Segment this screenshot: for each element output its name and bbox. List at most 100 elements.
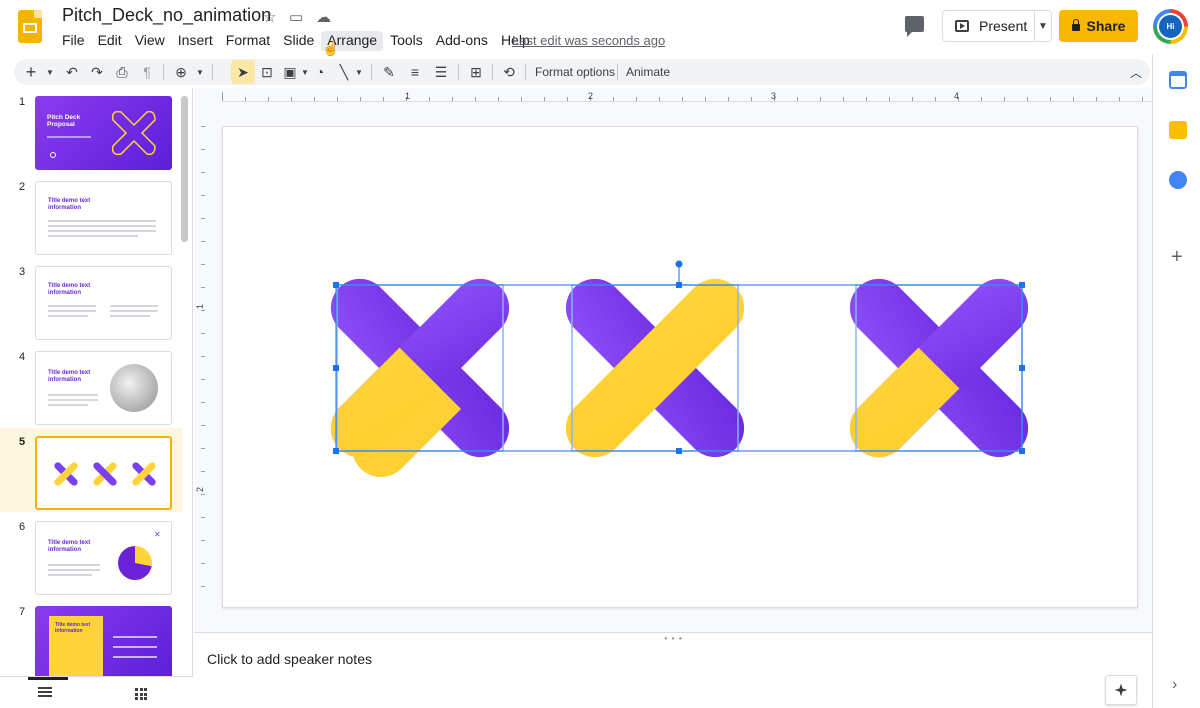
expand-panel-icon[interactable]: › (1172, 676, 1177, 694)
vertical-ruler[interactable]: 1 2 (194, 126, 206, 606)
explore-button[interactable] (1105, 675, 1137, 705)
cloud-status-icon[interactable]: ☁ (316, 8, 331, 26)
slides-app: Pitch_Deck_no_animation ☆ ▭ ☁ File Edit … (0, 0, 1200, 708)
thumb-x-row (54, 462, 156, 486)
present-dropdown-button[interactable]: ▼ (1034, 10, 1052, 42)
lock-icon (1071, 18, 1080, 31)
explore-icon (1114, 683, 1128, 697)
thumb-title: Title demo text information (48, 540, 91, 553)
slide-thumbnail[interactable]: Title demo text information (35, 266, 172, 340)
calendar-icon[interactable] (1169, 71, 1187, 89)
slide-thumbnail[interactable]: Pitch Deck Proposal (35, 96, 172, 170)
filmstrip-view-switcher (0, 676, 193, 708)
slide-number: 5 (19, 436, 26, 448)
ruler-label: 2 (195, 487, 205, 492)
zoom-icon[interactable]: ⊕ (173, 63, 189, 81)
comment-add-icon[interactable]: ⊞ (468, 63, 484, 81)
slide-thumbnail[interactable]: Title demo text information (35, 606, 172, 676)
speaker-notes-placeholder[interactable]: Click to add speaker notes (207, 651, 372, 667)
filmstrip-slide-2[interactable]: 2 Title demo text information (0, 173, 182, 257)
thumb-line (48, 305, 96, 307)
paint-format-icon[interactable]: ¶ (140, 63, 154, 81)
slide-thumbnail[interactable]: Title demo text information (35, 351, 172, 425)
select-icon[interactable]: ➤ (235, 63, 251, 81)
format-options-button[interactable]: Format options (535, 65, 615, 79)
toolbar-divider (458, 64, 459, 80)
slide-editor: 1 2 3 4 1 2 (194, 88, 1152, 632)
slide-thumbnail[interactable] (35, 436, 172, 510)
horizontal-ruler[interactable]: 1 2 3 4 (222, 90, 1152, 102)
x-graphic-2[interactable] (554, 267, 756, 469)
ruler-label: 1 (405, 91, 410, 101)
replace-image-icon[interactable]: ⟲ (501, 63, 517, 81)
thumb-line (48, 235, 138, 237)
slide-thumbnail[interactable]: Title demo text information (35, 181, 172, 255)
resize-handle-icon[interactable]: ● ● ● (664, 636, 683, 642)
menu-tools[interactable]: Tools (384, 31, 429, 51)
border-dash-icon[interactable]: ☰ (433, 63, 449, 81)
thumb-line (113, 656, 157, 658)
chevron-down-icon: ▼ (1038, 20, 1048, 32)
print-icon[interactable]: ⎙ (114, 63, 130, 81)
slide-filmstrip: 1 Pitch Deck Proposal 2 Title demo text … (0, 88, 193, 676)
x-graphic-1[interactable] (319, 267, 521, 477)
filmstrip-view-icon[interactable] (38, 687, 52, 699)
filmstrip-scrollbar[interactable] (181, 96, 188, 242)
filmstrip-slide-7[interactable]: 7 Title demo text information (0, 598, 182, 676)
menu-file[interactable]: File (56, 31, 91, 51)
menu-slide[interactable]: Slide (277, 31, 320, 51)
filmstrip-slide-4[interactable]: 4 Title demo text information (0, 343, 182, 427)
animate-button[interactable]: Animate (626, 65, 670, 79)
thumb-line (113, 646, 157, 648)
shape-icon[interactable]: ◔ (312, 63, 328, 81)
thumb-line (48, 574, 92, 576)
rotate-handle[interactable] (675, 260, 683, 268)
x-graphic-3[interactable] (838, 267, 1040, 469)
thumb-line (48, 394, 98, 396)
slides-logo-icon[interactable] (18, 10, 42, 43)
filmstrip-slide-3[interactable]: 3 Title demo text information (0, 258, 182, 342)
present-button[interactable]: Present (942, 10, 1035, 42)
toolbar-divider (212, 64, 213, 80)
thumb-line (48, 230, 156, 232)
filmstrip-slide-6[interactable]: 6 Title demo text information ✕ (0, 513, 182, 597)
menu-format[interactable]: Format (220, 31, 276, 51)
collapse-icon[interactable]: ︿ (1128, 63, 1144, 81)
last-edit-link[interactable]: Last edit was seconds ago (512, 33, 665, 48)
menu-insert[interactable]: Insert (172, 31, 219, 51)
slide-canvas[interactable] (222, 126, 1138, 608)
image-icon[interactable]: ▣ (282, 63, 298, 81)
add-icon[interactable]: + (24, 62, 38, 82)
pen-icon[interactable]: ✎ (381, 63, 397, 81)
menu-edit[interactable]: Edit (92, 31, 128, 51)
textbox-icon[interactable]: ⊡ (259, 63, 275, 81)
redo-icon[interactable]: ↷ (89, 63, 105, 81)
comment-history-icon[interactable] (905, 16, 924, 37)
account-avatar[interactable]: Hi (1153, 9, 1188, 44)
slide-thumbnail[interactable]: Title demo text information ✕ (35, 521, 172, 595)
star-icon[interactable]: ☆ (263, 8, 276, 26)
share-button[interactable]: Share (1059, 10, 1138, 42)
slide-content (319, 260, 1040, 477)
add-addon-icon[interactable]: + (1171, 246, 1183, 269)
menu-view[interactable]: View (129, 31, 171, 51)
tasks-icon[interactable] (1169, 171, 1187, 189)
speaker-notes[interactable]: ● ● ● Click to add speaker notes (194, 632, 1152, 708)
mouse-cursor-icon: ☝ (322, 40, 340, 56)
image-dropdown-icon[interactable]: ▼ (300, 63, 310, 81)
keep-icon[interactable] (1169, 121, 1187, 139)
line-dropdown-icon[interactable]: ▼ (354, 63, 364, 81)
document-title[interactable]: Pitch_Deck_no_animation (62, 5, 271, 26)
border-weight-icon[interactable]: ≡ (407, 63, 423, 81)
undo-icon[interactable]: ↶ (64, 63, 80, 81)
filmstrip-slide-5[interactable]: 5 (0, 428, 182, 512)
grid-view-icon[interactable] (135, 688, 149, 700)
line-icon[interactable]: ╲ (336, 63, 352, 81)
add-dropdown-icon[interactable]: ▼ (45, 63, 55, 81)
move-folder-icon[interactable]: ▭ (289, 8, 303, 26)
zoom-dropdown-icon[interactable]: ▼ (195, 63, 205, 81)
filmstrip-slide-1[interactable]: 1 Pitch Deck Proposal (0, 88, 182, 172)
thumb-line (48, 220, 156, 222)
menu-addons[interactable]: Add-ons (430, 31, 494, 51)
thumb-title: Title demo text information (48, 283, 91, 296)
